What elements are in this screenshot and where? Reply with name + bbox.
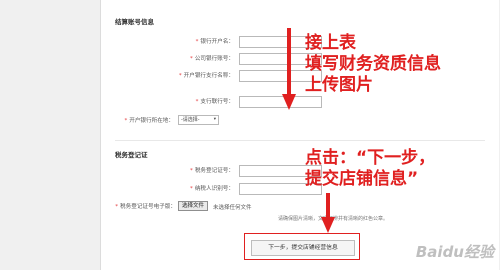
form-row-tax-number: * 税务登记证号：: [101, 165, 499, 179]
field-label-tax-number: * 税务登记证号：: [144, 168, 234, 175]
form-row-branch-code: * 支行联行号：: [101, 96, 499, 110]
form-row-tax-upload: * 税务登记证号电子版： 选择文件 未选择任何文件: [101, 201, 499, 215]
arrow-down-icon: [321, 193, 335, 233]
field-label-taxpayer-id: * 纳税人识别号：: [144, 186, 234, 193]
required-marker: *: [195, 39, 199, 45]
field-label-branch-code: * 支行联行号：: [144, 99, 234, 106]
annotation-line: 接上表: [305, 33, 356, 53]
arrow-down-icon: [282, 28, 296, 110]
required-marker: *: [115, 204, 119, 210]
section-title-tax: 税务登记证: [115, 151, 148, 159]
next-step-submit-button[interactable]: 下一步，提交店铺经营信息: [251, 240, 355, 256]
field-label-text: 税务登记证号：: [194, 168, 234, 174]
annotation-line: 上传图片: [305, 75, 373, 95]
required-marker: *: [195, 99, 199, 105]
bank-location-select[interactable]: -请选择- ▾: [178, 115, 219, 125]
required-marker: *: [190, 186, 193, 192]
required-marker: *: [124, 118, 128, 124]
file-status-text: 未选择任何文件: [213, 205, 252, 211]
field-label-bank-location: * 开户银行所在地：: [96, 118, 174, 125]
annotation-bottom: 点击：“下一步， 提交店铺信息”: [305, 148, 435, 190]
annotation-line: 填写财务资质信息: [305, 54, 441, 74]
chevron-down-icon: ▾: [213, 117, 216, 122]
field-label-branch-name: * 开户银行支行名称：: [144, 73, 234, 80]
field-label-bank-account: * 公司银行账号：: [144, 56, 234, 63]
form-row-taxpayer-id: * 纳税人识别号：: [101, 183, 499, 197]
field-label-text: 纳税人识别号：: [194, 186, 234, 192]
annotation-top: 接上表 填写财务资质信息 上传图片: [305, 33, 441, 96]
field-label-text: 银行开户名：: [200, 39, 234, 45]
choose-file-button[interactable]: 选择文件: [178, 201, 209, 211]
field-label-text: 税务登记证号电子版：: [120, 204, 176, 210]
required-marker: *: [190, 56, 193, 62]
field-label-text: 开户银行支行名称：: [183, 73, 234, 79]
field-label-text: 公司银行账号：: [194, 56, 234, 62]
field-label-text: 支行联行号：: [200, 99, 234, 105]
field-label-text: 开户银行所在地：: [129, 118, 174, 124]
required-marker: *: [178, 73, 182, 79]
select-value: -请选择-: [181, 117, 200, 123]
annotation-line: 点击：“下一步，: [305, 148, 436, 168]
branch-code-input[interactable]: [239, 96, 322, 108]
annotation-line: 提交店铺信息”: [305, 169, 419, 189]
section-divider: [115, 140, 485, 141]
section-title-bank: 结算账号信息: [115, 18, 154, 26]
form-row-bank-location: * 开户银行所在地： -请选择- ▾: [101, 115, 499, 129]
baidu-watermark: Baidu经验: [415, 243, 494, 261]
required-marker: *: [190, 168, 193, 174]
field-label-tax-upload: * 税务登记证号电子版：: [96, 204, 176, 211]
field-label-account-name: * 银行开户名：: [144, 39, 234, 46]
